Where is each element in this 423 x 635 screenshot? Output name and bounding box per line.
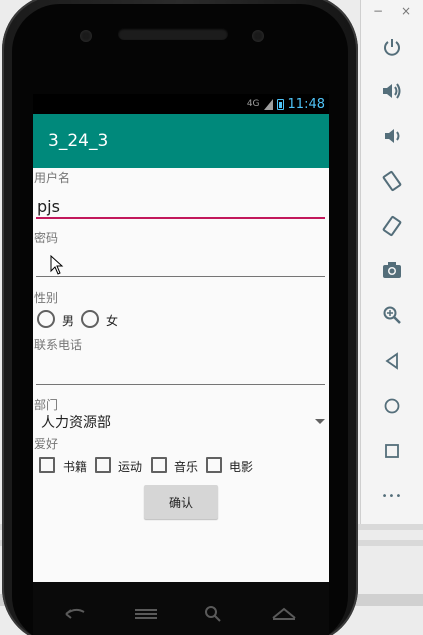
app-title: 3_24_3 (48, 131, 109, 151)
gender-radio-female[interactable] (81, 310, 99, 328)
camera-icon[interactable] (380, 258, 404, 282)
close-button[interactable]: × (401, 4, 411, 18)
volume-down-icon[interactable] (380, 124, 404, 148)
earpiece-speaker (118, 28, 228, 40)
nav-back-icon[interactable] (62, 607, 88, 621)
volume-up-icon[interactable] (380, 79, 404, 103)
status-bar: 4G 11:48 (33, 94, 329, 114)
gender-radio-male[interactable] (37, 310, 55, 328)
device-screen: 4G 11:48 3_24_3 用户名 pjs 密码 性别 男 女 联系电话 部… (33, 94, 329, 582)
zoom-icon[interactable] (380, 303, 404, 327)
power-icon[interactable] (380, 35, 404, 59)
hobby-option-sports: 运动 (118, 460, 143, 474)
username-label: 用户名 (34, 171, 71, 185)
home-icon[interactable] (380, 394, 404, 418)
front-sensor (80, 30, 92, 42)
rotate-left-icon[interactable] (380, 169, 404, 193)
rotate-right-icon[interactable] (380, 214, 404, 238)
hobby-checkbox-music[interactable] (151, 457, 167, 473)
hobby-checkbox-books[interactable] (39, 457, 55, 473)
front-camera (252, 30, 264, 42)
password-input[interactable] (36, 244, 325, 276)
department-value: 人力资源部 (41, 415, 111, 431)
confirm-button[interactable]: 确认 (144, 485, 218, 519)
hobby-label: 爱好 (34, 437, 59, 451)
phone-input[interactable] (36, 352, 325, 384)
battery-icon (276, 98, 284, 110)
hobby-option-movies: 电影 (229, 460, 254, 474)
hobby-option-music: 音乐 (174, 460, 199, 474)
hobby-option-books: 书籍 (63, 460, 88, 474)
gender-option-male: 男 (62, 314, 75, 328)
more-icon[interactable]: ••• (380, 484, 404, 508)
username-underline (36, 217, 325, 219)
nav-home-icon[interactable] (270, 605, 298, 621)
emulator-window: 4G 11:48 3_24_3 用户名 pjs 密码 性别 男 女 联系电话 部… (0, 0, 423, 635)
gender-label: 性别 (34, 291, 59, 305)
cellular-icon (263, 98, 273, 110)
hobby-checkbox-sports[interactable] (95, 457, 111, 473)
gender-option-female: 女 (106, 314, 119, 328)
dropdown-arrow-icon (315, 419, 325, 424)
nav-menu-icon[interactable] (134, 607, 158, 621)
back-icon[interactable] (380, 349, 404, 373)
mouse-cursor-icon (50, 255, 64, 275)
hobby-checkbox-movies[interactable] (206, 457, 222, 473)
username-input[interactable]: pjs (37, 197, 60, 216)
nav-search-icon[interactable] (203, 605, 223, 623)
department-spinner[interactable]: 人力资源部 (36, 410, 325, 432)
overview-icon[interactable] (380, 439, 404, 463)
minimize-button[interactable]: − (373, 4, 383, 18)
status-time: 11:48 (287, 96, 325, 112)
signal-icon: 4G (246, 99, 260, 109)
phone-underline (36, 384, 325, 385)
emulator-side-panel: − × ••• (360, 0, 423, 524)
phone-label: 联系电话 (34, 338, 83, 352)
password-underline (36, 276, 325, 277)
app-bar: 3_24_3 (33, 114, 329, 168)
